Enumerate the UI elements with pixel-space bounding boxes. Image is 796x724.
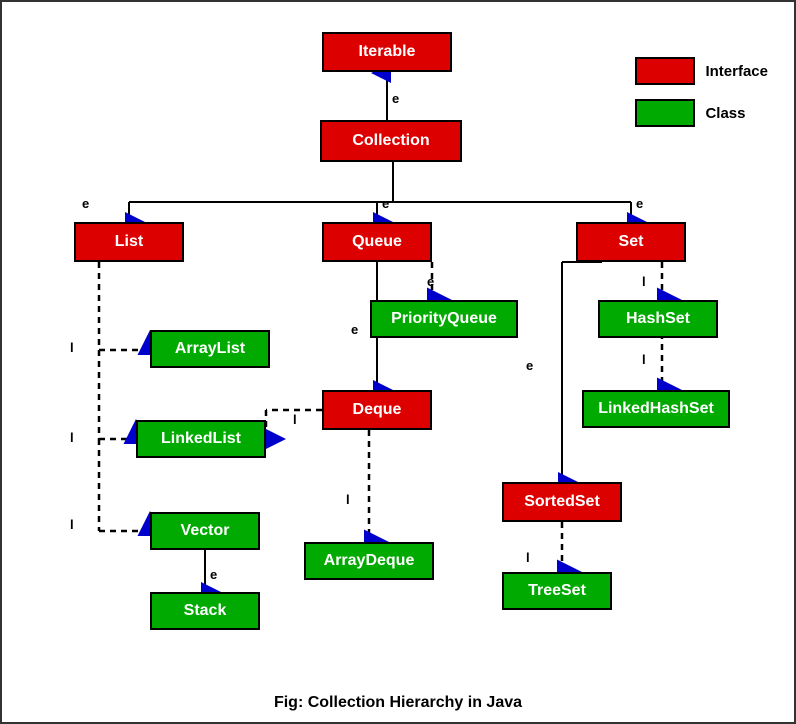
node-arraylist: ArrayList [150,330,270,368]
label-e-iterable-collection: e [392,91,399,106]
legend: Interface Class [635,57,768,127]
node-hashset: HashSet [598,300,718,338]
main-container: Iterable Collection List Queue Set Array… [0,0,796,724]
label-l-sortedset-treeset: l [526,550,530,565]
label-e-collection-set: e [636,196,643,211]
label-e-vector-stack: e [210,567,217,582]
label-e-queue-priorityqueue: e [427,274,434,289]
label-l-deque-arraydeque: l [346,492,350,507]
label-e-collection-list: e [82,196,89,211]
legend-class-label: Class [705,105,745,122]
node-priorityqueue: PriorityQueue [370,300,518,338]
label-l-list-linkedlist: l [70,430,74,445]
node-list: List [74,222,184,262]
diagram-area: Iterable Collection List Queue Set Array… [2,2,796,692]
legend-class-box [635,99,695,127]
label-e-queue-deque: e [351,322,358,337]
label-l-set-linkedhashset: l [642,352,646,367]
legend-class: Class [635,99,768,127]
legend-interface-box [635,57,695,85]
label-l-list-arraylist: l [70,340,74,355]
node-sortedset: SortedSet [502,482,622,522]
node-linkedlist: LinkedList [136,420,266,458]
legend-interface-label: Interface [705,63,768,80]
label-e-set-sortedset: e [526,358,533,373]
node-iterable: Iterable [322,32,452,72]
node-deque: Deque [322,390,432,430]
label-l-set-hashset: l [642,274,646,289]
node-set: Set [576,222,686,262]
node-treeset: TreeSet [502,572,612,610]
node-vector: Vector [150,512,260,550]
label-e-collection-queue: e [382,196,389,211]
node-linkedhashset: LinkedHashSet [582,390,730,428]
node-collection: Collection [320,120,462,162]
node-arraydeque: ArrayDeque [304,542,434,580]
fig-caption: Fig: Collection Hierarchy in Java [2,694,794,712]
node-stack: Stack [150,592,260,630]
legend-interface: Interface [635,57,768,85]
label-l-deque-linkedlist: l [293,412,297,427]
label-l-list-vector: l [70,517,74,532]
node-queue: Queue [322,222,432,262]
